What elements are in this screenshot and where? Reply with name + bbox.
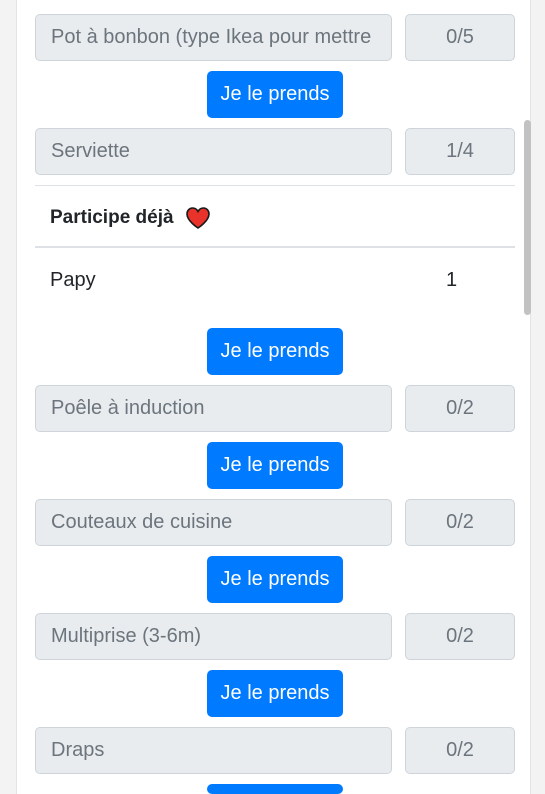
item-name-field[interactable]: Poêle à induction <box>35 385 392 432</box>
item-count-field[interactable]: 1/4 <box>405 128 515 175</box>
item-count-field[interactable]: 0/2 <box>405 499 515 546</box>
take-item-button[interactable]: Je le prends <box>207 328 343 375</box>
take-item-button[interactable]: Je le prends <box>207 556 343 603</box>
take-item-button[interactable]: Je le prends <box>207 670 343 717</box>
participant-name: Papy <box>50 269 96 291</box>
participants-heading: Participe déjà <box>50 207 174 228</box>
item-name-field[interactable]: Couteaux de cuisine <box>35 499 392 546</box>
item-count-field[interactable]: 0/5 <box>405 14 515 61</box>
scrollbar-thumb[interactable] <box>524 120 531 315</box>
item-name-field[interactable]: Multiprise (3-6m) <box>35 613 392 660</box>
table-header-divider <box>35 246 515 248</box>
item-count-field[interactable]: 0/2 <box>405 385 515 432</box>
participant-count: 1 <box>446 269 458 291</box>
item-name-field[interactable]: Serviette <box>35 128 392 175</box>
item-name-field[interactable]: Pot à bonbon (type Ikea pour mettre <box>35 14 392 61</box>
item-count-field[interactable]: 0/2 <box>405 727 515 774</box>
heart-icon <box>186 207 210 229</box>
item-name-field[interactable]: Draps <box>35 727 392 774</box>
take-item-button[interactable]: Je le prends <box>207 442 343 489</box>
divider <box>35 185 515 186</box>
item-count-field[interactable]: 0/2 <box>405 613 515 660</box>
take-item-button[interactable]: Je le prends <box>207 71 343 118</box>
take-item-button[interactable] <box>207 784 343 794</box>
